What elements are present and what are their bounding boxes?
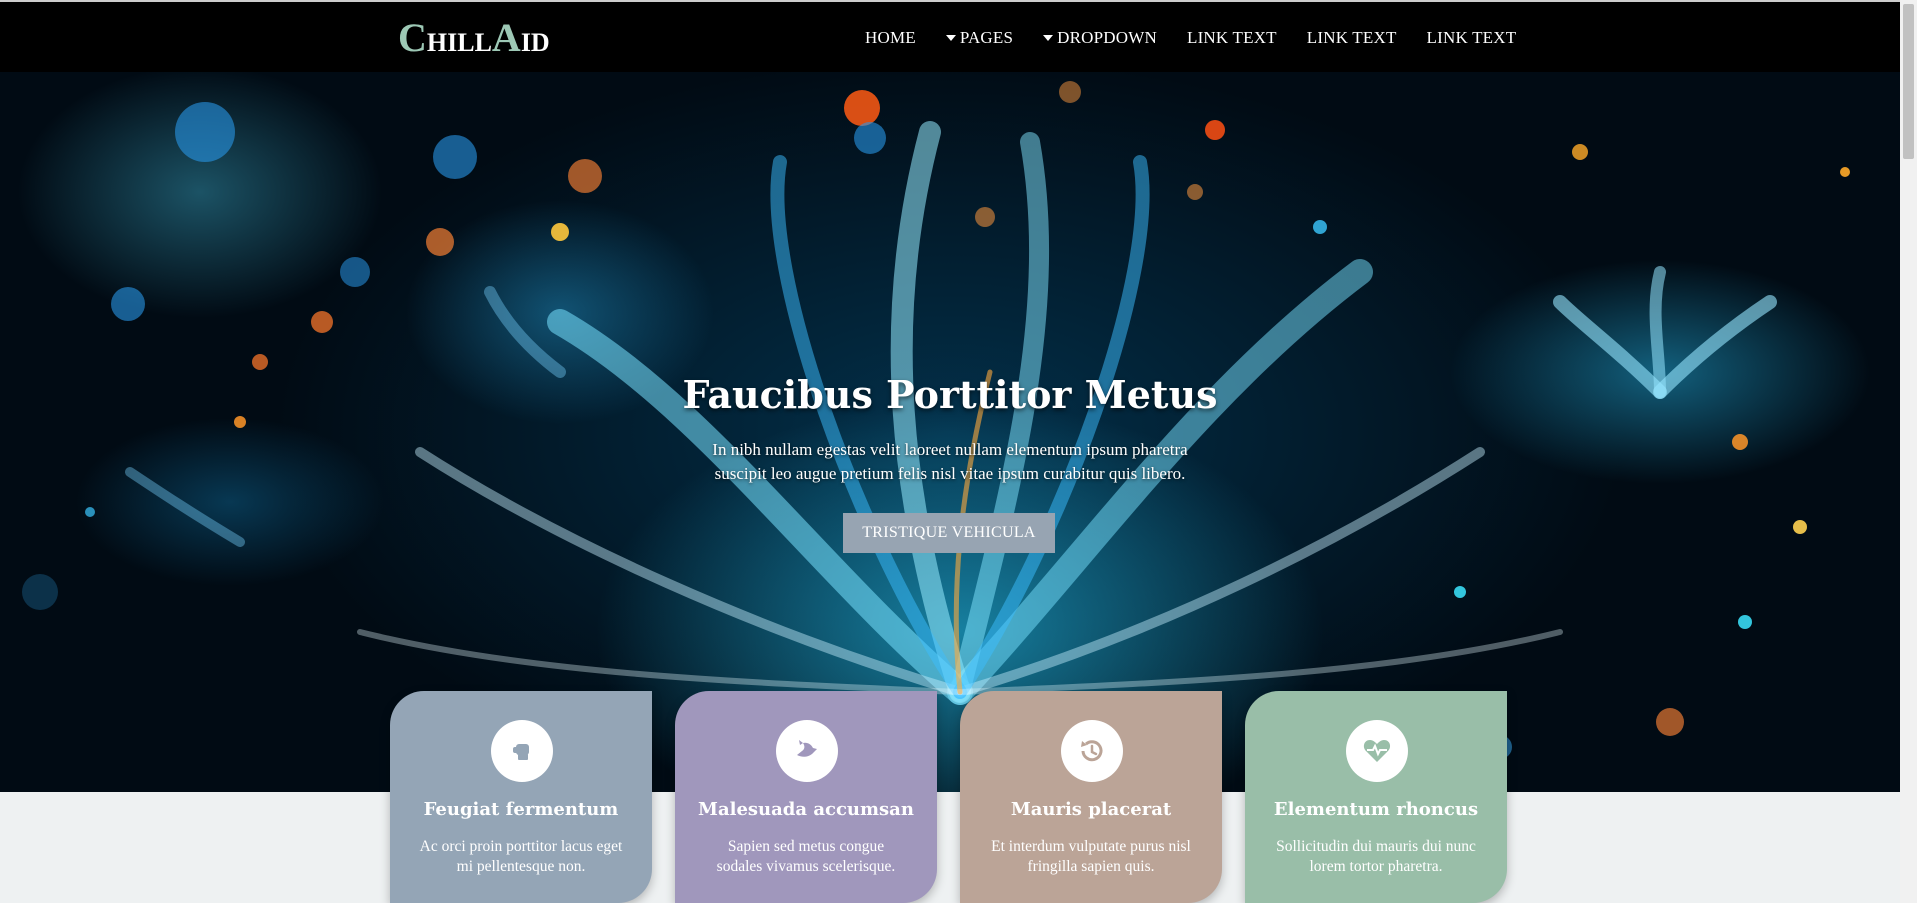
- nav-link-1[interactable]: LINK TEXT: [1187, 28, 1277, 48]
- fist-icon-glyph: [513, 744, 529, 760]
- feature-card-text-line-2: lorem tortor pharetra.: [1309, 858, 1443, 875]
- scrollbar-thumb[interactable]: [1903, 4, 1914, 159]
- nav-link-3[interactable]: LINK TEXT: [1427, 28, 1517, 48]
- top-navbar: C HILL A ID HOME PAGES DROPDOWN LINK TEX…: [0, 0, 1900, 72]
- feature-card-2[interactable]: Malesuada accumsan Sapien sed metus cong…: [675, 691, 937, 903]
- brand-letter-c: C: [398, 15, 427, 60]
- caret-down-icon: [945, 35, 956, 41]
- feature-card-text-line-2: mi pellentesque non.: [456, 858, 586, 875]
- nav-dropdown-label: DROPDOWN: [1057, 28, 1157, 47]
- feature-card-text: Sollicitudin dui mauris dui nunc lorem t…: [1259, 837, 1493, 877]
- brand-text-id: ID: [520, 28, 550, 57]
- hero-banner: Faucibus Porttitor Metus In nibh nullam …: [0, 72, 1900, 792]
- nav-pages-label: PAGES: [959, 28, 1014, 47]
- feature-card-title: Malesuada accumsan: [698, 799, 914, 820]
- nav-link-2-label: LINK TEXT: [1306, 28, 1397, 47]
- nav-home[interactable]: HOME: [865, 28, 916, 48]
- feature-card-title: Elementum rhoncus: [1273, 799, 1479, 820]
- heartbeat-icon-glyph: [1363, 740, 1391, 762]
- brand-letter-a: A: [491, 15, 521, 60]
- feature-card-3[interactable]: Mauris placerat Et interdum vulputate pu…: [960, 691, 1222, 903]
- nav-dropdown[interactable]: DROPDOWN: [1043, 28, 1157, 48]
- feature-card-text-line-1: Sapien sed metus congue: [727, 838, 885, 855]
- feature-card-4[interactable]: Elementum rhoncus Sollicitudin dui mauri…: [1245, 691, 1507, 903]
- nav-link-2[interactable]: LINK TEXT: [1307, 28, 1397, 48]
- hero-title: Faucibus Porttitor Metus: [682, 372, 1218, 417]
- hero-cta-button[interactable]: TRISTIQUE VEHICULA: [843, 513, 1055, 553]
- heartbeat-icon: [1346, 720, 1408, 782]
- feature-card-text: Ac orci proin porttitor lacus eget mi pe…: [404, 837, 638, 877]
- hero-description-line-1: In nibh nullam egestas velit laoreet nul…: [712, 440, 1188, 459]
- feature-card-1[interactable]: Feugiat fermentum Ac orci proin porttito…: [390, 691, 652, 903]
- hero-background-art: [22, 81, 1850, 759]
- page-scrollbar[interactable]: [1900, 0, 1917, 903]
- caret-down-icon: [1043, 35, 1054, 41]
- nav-link-3-label: LINK TEXT: [1426, 28, 1517, 47]
- main-nav: HOME PAGES DROPDOWN LINK TEXT LINK TEXT …: [865, 28, 1546, 48]
- feature-card-text-line-1: Et interdum vulputate purus nisl: [991, 838, 1191, 855]
- brand-logo[interactable]: C HILL A ID: [398, 18, 550, 58]
- nav-link-1-label: LINK TEXT: [1186, 28, 1277, 47]
- nav-pages[interactable]: PAGES: [945, 28, 1014, 48]
- hero-description: In nibh nullam egestas velit laoreet nul…: [660, 438, 1240, 486]
- feature-card-text-line-2: fringilla sapien quis.: [1027, 858, 1155, 875]
- feature-card-title: Feugiat fermentum: [423, 799, 619, 820]
- hero-description-line-2: suscipit leo augue pretium felis nisl vi…: [714, 464, 1186, 483]
- feature-card-text-line-1: Sollicitudin dui mauris dui nunc: [1276, 838, 1476, 855]
- dove-icon-glyph: [797, 740, 817, 757]
- feature-card-text-line-2: sodales vivamus scelerisque.: [716, 858, 896, 875]
- history-icon-glyph: [1081, 740, 1103, 762]
- brand-text-hill: HILL: [426, 28, 492, 57]
- feature-card-text-line-1: Ac orci proin porttitor lacus eget: [419, 838, 623, 855]
- feature-card-title: Mauris placerat: [1010, 799, 1172, 820]
- feature-card-text: Sapien sed metus congue sodales vivamus …: [689, 837, 923, 877]
- dove-icon: [776, 720, 838, 782]
- feature-card-text: Et interdum vulputate purus nisl fringil…: [974, 837, 1208, 877]
- fist-icon: [491, 720, 553, 782]
- history-icon: [1061, 720, 1123, 782]
- nav-home-label: HOME: [865, 28, 916, 47]
